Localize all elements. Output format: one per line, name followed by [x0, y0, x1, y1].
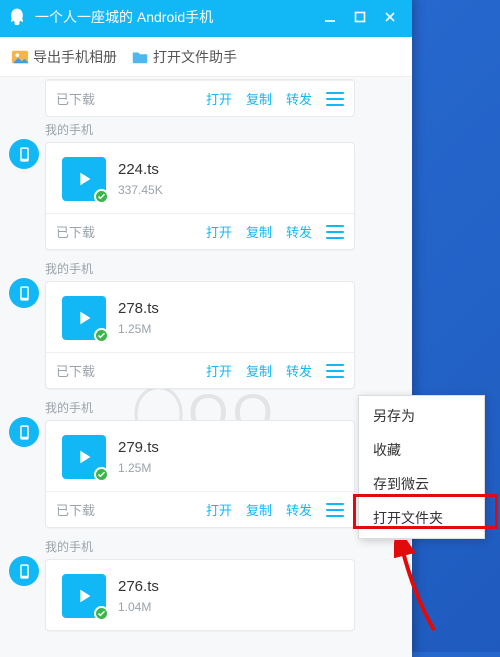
open-file-helper-button[interactable]: 打开文件助手: [131, 47, 237, 67]
file-name: 276.ts: [118, 576, 159, 597]
export-album-button[interactable]: 导出手机相册: [11, 47, 117, 67]
copy-action[interactable]: 复制: [246, 89, 272, 108]
forward-action[interactable]: 转发: [286, 222, 312, 241]
open-action[interactable]: 打开: [206, 222, 232, 241]
toolbar-label: 打开文件助手: [153, 47, 237, 67]
file-size: 1.25M: [118, 321, 159, 338]
file-status: 已下载: [56, 500, 192, 519]
file-card: 224.ts 337.45K 已下载 打开 复制 转发: [45, 142, 355, 250]
copy-action[interactable]: 复制: [246, 500, 272, 519]
window-title: 一个人一座城的 Android手机: [35, 7, 316, 27]
avatar[interactable]: [9, 556, 39, 586]
forward-action[interactable]: 转发: [286, 500, 312, 519]
more-menu-icon[interactable]: [326, 503, 344, 517]
toolbar-label: 导出手机相册: [33, 47, 117, 67]
avatar[interactable]: [9, 139, 39, 169]
photo-icon: [11, 48, 29, 66]
file-status: 已下载: [56, 222, 192, 241]
checkmark-icon: [94, 328, 109, 343]
file-card: 已下载 打开 复制 转发: [45, 79, 355, 117]
video-file-icon: [62, 296, 106, 340]
ctx-open-folder[interactable]: 打开文件夹: [359, 501, 484, 535]
avatar[interactable]: [9, 417, 39, 447]
file-size: 337.45K: [118, 182, 163, 199]
checkmark-icon: [94, 189, 109, 204]
file-size: 1.25M: [118, 460, 159, 477]
file-card: 279.ts 1.25M 已下载 打开 复制 转发: [45, 420, 355, 528]
file-size: 1.04M: [118, 599, 159, 616]
file-status: 已下载: [56, 89, 192, 108]
more-menu-icon[interactable]: [326, 225, 344, 239]
chat-window: 一个人一座城的 Android手机 导出手机相册 打开文件助手 QQ: [0, 0, 412, 657]
file-name: 279.ts: [118, 437, 159, 458]
sender-name: 我的手机: [45, 399, 402, 416]
more-menu-icon[interactable]: [326, 92, 344, 106]
video-file-icon: [62, 574, 106, 618]
ctx-save-as[interactable]: 另存为: [359, 399, 484, 433]
maximize-button[interactable]: [346, 6, 374, 28]
video-file-icon: [62, 435, 106, 479]
file-card: 278.ts 1.25M 已下载 打开 复制 转发: [45, 281, 355, 389]
more-menu-icon[interactable]: [326, 364, 344, 378]
forward-action[interactable]: 转发: [286, 361, 312, 380]
open-action[interactable]: 打开: [206, 500, 232, 519]
file-card: 276.ts 1.04M: [45, 559, 355, 631]
forward-action[interactable]: 转发: [286, 89, 312, 108]
checkmark-icon: [94, 606, 109, 621]
window-buttons: [316, 6, 404, 28]
open-action[interactable]: 打开: [206, 89, 232, 108]
checkmark-icon: [94, 467, 109, 482]
copy-action[interactable]: 复制: [246, 222, 272, 241]
context-menu: 另存为 收藏 存到微云 打开文件夹: [358, 395, 485, 539]
titlebar: 一个人一座城的 Android手机: [0, 0, 412, 37]
file-name: 224.ts: [118, 159, 163, 180]
open-action[interactable]: 打开: [206, 361, 232, 380]
qq-logo-icon: [7, 7, 27, 27]
close-button[interactable]: [376, 6, 404, 28]
avatar[interactable]: [9, 278, 39, 308]
toolbar: 导出手机相册 打开文件助手: [0, 37, 412, 77]
minimize-button[interactable]: [316, 6, 344, 28]
ctx-favorite[interactable]: 收藏: [359, 433, 484, 467]
sender-name: 我的手机: [45, 121, 402, 138]
ctx-save-to-cloud[interactable]: 存到微云: [359, 467, 484, 501]
sender-name: 我的手机: [45, 260, 402, 277]
message-list[interactable]: QQ 已下载 打开 复制 转发 我的手机: [0, 77, 412, 657]
folder-icon: [131, 48, 149, 66]
file-status: 已下载: [56, 361, 192, 380]
file-name: 278.ts: [118, 298, 159, 319]
copy-action[interactable]: 复制: [246, 361, 272, 380]
sender-name: 我的手机: [45, 538, 402, 555]
video-file-icon: [62, 157, 106, 201]
